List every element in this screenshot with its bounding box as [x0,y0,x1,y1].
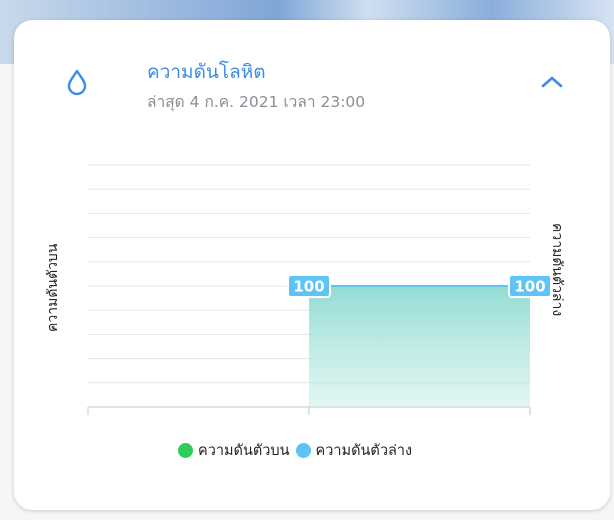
legend-label-diastolic: ความดันตัวล่าง [315,443,413,459]
data-label: 100 [514,278,545,296]
data-label: 100 [293,278,324,296]
y-axis-left-label: ความดันตัวบน [45,243,61,332]
y-axis-right-label: ความดันตัวล่าง [549,223,565,317]
legend-dot-systolic [178,443,193,458]
legend-item-diastolic[interactable]: ความดันตัวล่าง [295,439,413,462]
legend-label-systolic: ความดันตัวบน [198,443,290,459]
chart-legend: ความดันตัวบน ความดันตัวล่าง [178,439,412,462]
series-area-diastolic [309,286,530,407]
blood-pressure-chart: 100 100 [87,164,552,415]
legend-dot-diastolic [295,443,311,458]
legend-item-systolic[interactable]: ความดันตัวบน [178,439,290,462]
blood-pressure-card: ความดันโลหิต ล่าสุด 4 ก.ค. 2021 เวลา 23:… [14,20,610,510]
